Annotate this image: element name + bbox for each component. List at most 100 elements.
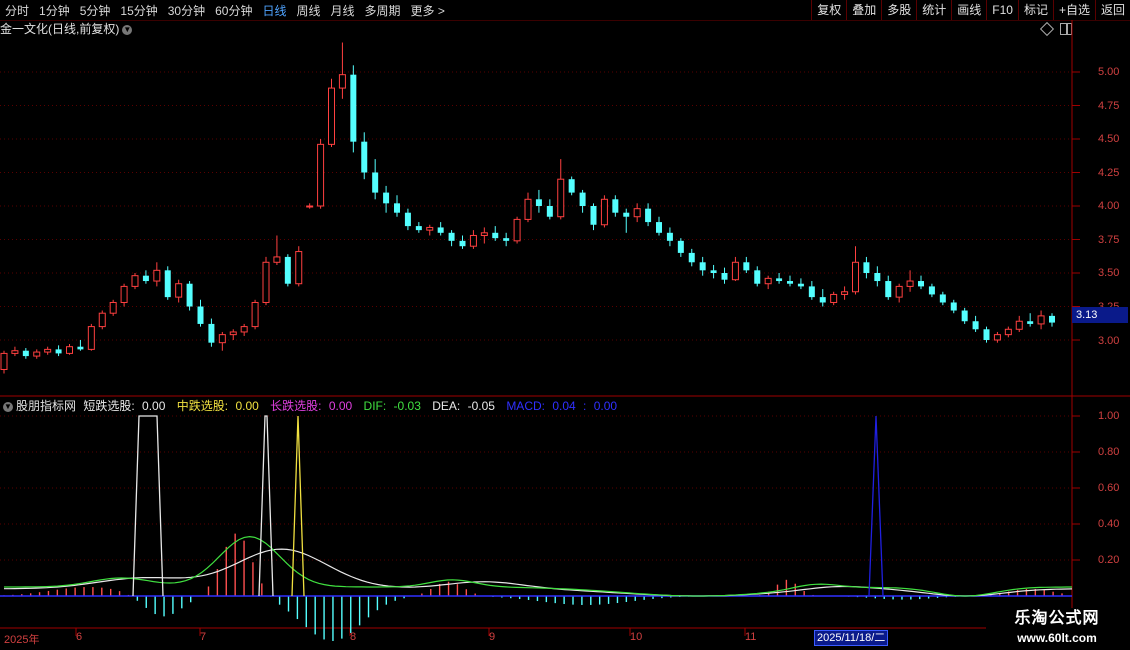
candle-body (612, 199, 619, 213)
candle-body (361, 141, 368, 173)
legend-short: 短跌选股: 0.00 (83, 399, 166, 413)
legend-dif: DIF: -0.03 (363, 399, 421, 413)
candle-body (437, 227, 444, 233)
candle-body (776, 278, 783, 282)
current-price-tag: 3.13 (1072, 307, 1128, 323)
candle-body (677, 240, 684, 253)
stock-title: 金一文化(日线,前复权) (0, 22, 120, 36)
candle-body (469, 234, 477, 247)
short-signal-spike (258, 415, 274, 597)
chart-title-row: 金一文化(日线,前复权) ▼ (0, 21, 133, 37)
candle-body (87, 326, 95, 350)
short-signal-spike (132, 415, 164, 597)
tab-fenshi[interactable]: 分时 (0, 2, 34, 19)
candle-body (109, 301, 117, 314)
add-watchlist-button[interactable]: +自选 (1052, 0, 1095, 20)
candle-body (808, 286, 815, 298)
legend-dea: DEA: -0.05 (432, 399, 495, 413)
candle-body (153, 269, 161, 282)
chevron-down-icon[interactable]: ▼ (3, 401, 13, 412)
dif-line (4, 535, 1072, 597)
tab-15min[interactable]: 15分钟 (115, 2, 162, 19)
candle-body (645, 208, 652, 223)
top-toolbar: 分时 1分钟 5分钟 15分钟 30分钟 60分钟 日线 周线 月线 多周期 更… (0, 0, 1130, 21)
candle-body (0, 352, 8, 370)
candle-body (197, 306, 204, 324)
tab-5min[interactable]: 5分钟 (75, 2, 116, 19)
candle-body (251, 301, 259, 328)
restore-rights-button[interactable]: 复权 (811, 0, 846, 20)
candle-body (284, 256, 291, 284)
indicator-axis-label: 0.20 (1098, 554, 1120, 566)
watermark-url: www.60lt.com (1017, 631, 1097, 645)
candle-body (656, 222, 662, 233)
candle-body (699, 262, 706, 271)
chevron-down-icon[interactable]: ▼ (122, 24, 133, 35)
candle-body (175, 283, 183, 298)
price-label: 3.50 (1098, 267, 1120, 279)
statistics-button[interactable]: 统计 (916, 0, 951, 20)
candle-body (1049, 315, 1055, 323)
candle-body (885, 281, 892, 298)
tab-daily[interactable]: 日线 (257, 2, 291, 19)
candle-body (731, 261, 739, 281)
candle-body (306, 205, 314, 208)
tab-more[interactable]: 更多 > (406, 2, 450, 19)
panel-toggle-icon[interactable] (1060, 23, 1072, 35)
candle-body (186, 283, 193, 307)
date-label: 8 (350, 631, 357, 643)
date-label: 6 (76, 631, 83, 643)
mark-button[interactable]: 标记 (1017, 0, 1053, 20)
f10-button[interactable]: F10 (986, 0, 1018, 20)
price-label: 3.00 (1098, 335, 1120, 347)
indicator-name: 股朋指标网 (16, 399, 77, 413)
back-button[interactable]: 返回 (1094, 0, 1130, 20)
candle-body (240, 326, 248, 333)
tab-30min[interactable]: 30分钟 (163, 2, 210, 19)
date-label: 10 (630, 631, 643, 643)
candle-body (1027, 321, 1034, 324)
candle-body (600, 198, 608, 226)
candle-body (590, 206, 597, 225)
candle-body (77, 346, 84, 350)
tab-weekly[interactable]: 周线 (291, 2, 325, 19)
candle-body (666, 232, 673, 241)
tab-multi-period[interactable]: 多周期 (360, 2, 406, 19)
diamond-icon[interactable] (1039, 21, 1055, 37)
candle-body (426, 226, 434, 231)
candle-body (623, 212, 630, 217)
candle-body (513, 218, 521, 242)
candle-body (1037, 315, 1045, 325)
candle-body (928, 286, 935, 295)
price-label: 4.00 (1098, 200, 1120, 212)
multi-stock-button[interactable]: 多股 (881, 0, 916, 20)
price-label: 3.75 (1098, 234, 1120, 246)
candle-body (524, 198, 532, 220)
candle-body (557, 178, 565, 218)
price-label: 4.75 (1098, 100, 1120, 112)
overlay-button[interactable]: 叠加 (846, 0, 881, 20)
indicator-axis-label: 0.60 (1098, 482, 1120, 494)
candle-body (164, 270, 171, 298)
action-buttons: 复权 叠加 多股 统计 画线 F10 标记 +自选 返回 (811, 0, 1130, 20)
tab-60min[interactable]: 60分钟 (210, 2, 257, 19)
watermark-title: 乐淘公式网 (1014, 610, 1100, 627)
candle-body (328, 87, 335, 145)
candle-body (863, 262, 870, 273)
candle-body (295, 251, 303, 285)
dea-line (4, 548, 1073, 597)
legend-long: 长跌选股: 0.00 (270, 399, 353, 413)
date-label: 2025年 (4, 634, 40, 646)
candle-body (710, 270, 717, 273)
candle-body (480, 232, 488, 236)
tab-monthly[interactable]: 月线 (326, 2, 360, 19)
tab-1min[interactable]: 1分钟 (34, 2, 75, 19)
candle-body (372, 172, 379, 193)
candle-body (764, 277, 772, 285)
candle-body (797, 283, 804, 287)
indicator-axis-label: 1.00 (1098, 410, 1120, 422)
draw-line-button[interactable]: 画线 (951, 0, 986, 20)
period-tabs: 分时 1分钟 5分钟 15分钟 30分钟 60分钟 日线 周线 月线 多周期 更… (0, 0, 450, 20)
mid-signal-spike (291, 415, 305, 597)
candle-body (874, 273, 881, 282)
